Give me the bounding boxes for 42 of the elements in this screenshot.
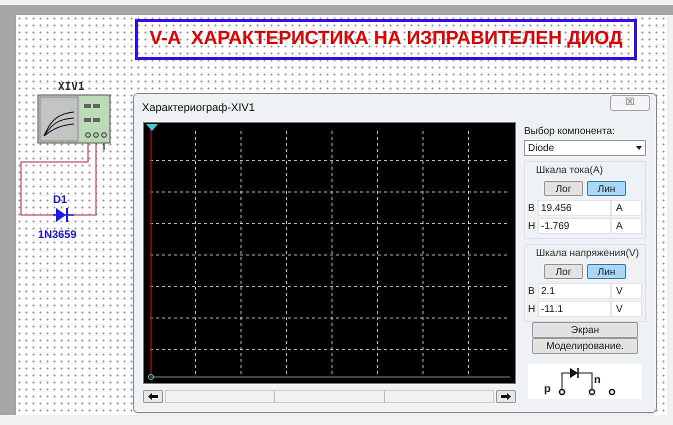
field-prefix: Н xyxy=(528,220,536,234)
value-field[interactable]: 2.1 xyxy=(538,283,611,299)
unit-field: V xyxy=(611,283,642,299)
instrument-icon xyxy=(38,94,110,150)
field-prefix: В xyxy=(528,202,536,216)
group-title: Шкала тока(A) xyxy=(535,164,604,178)
action-button[interactable]: Экран xyxy=(532,322,638,338)
scale-toggle-button[interactable]: Лин xyxy=(587,264,626,279)
field-prefix: Н xyxy=(528,302,536,316)
left-arrow-icon xyxy=(148,393,158,400)
window-title: Характериограф-XIV1 xyxy=(142,100,255,116)
instrument-label: XIV1 xyxy=(58,79,84,95)
scroll-left-button[interactable] xyxy=(143,390,163,403)
field-prefix: В xyxy=(528,284,536,298)
unit-field: V xyxy=(611,301,642,317)
scale-toggle-button[interactable]: Лин xyxy=(587,181,626,196)
action-button[interactable]: Моделирование. xyxy=(532,338,638,354)
value-field[interactable]: -1.769 xyxy=(538,218,611,234)
close-button[interactable]: ☒ xyxy=(610,95,650,111)
title-text: V-A ХАРАКТЕРИСТИКА НА ИЗПРАВИТЕЛЕН ДИОД xyxy=(149,27,622,52)
unit-field: A xyxy=(611,218,642,234)
scroll-track[interactable] xyxy=(165,390,494,403)
value-field[interactable]: -11.1 xyxy=(538,301,611,317)
cursor-marker-icon[interactable] xyxy=(146,124,158,131)
unit-field: A xyxy=(611,200,642,216)
field-label: Выбор компонента: xyxy=(524,125,616,139)
dropdown-value: Diode xyxy=(528,142,554,156)
diode-icon xyxy=(53,208,74,222)
dropdown-caret-icon xyxy=(636,146,642,150)
group-title: Шкала напряжения(V) xyxy=(535,247,640,261)
pin-label: p xyxy=(544,382,551,397)
value-field[interactable]: 19.456 xyxy=(538,200,611,216)
scroll-right-button[interactable] xyxy=(496,390,516,403)
component-model: 1N3659 xyxy=(38,228,77,243)
component-dropdown[interactable]: Diode xyxy=(524,140,646,156)
right-arrow-icon xyxy=(501,393,511,400)
component-ref: D1 xyxy=(53,193,68,208)
pin-label: n xyxy=(594,375,601,386)
scale-toggle-button[interactable]: Лог xyxy=(544,181,583,196)
scale-toggle-button[interactable]: Лог xyxy=(544,264,583,279)
cursor-line[interactable] xyxy=(150,128,152,377)
origin-marker-icon xyxy=(148,374,154,380)
